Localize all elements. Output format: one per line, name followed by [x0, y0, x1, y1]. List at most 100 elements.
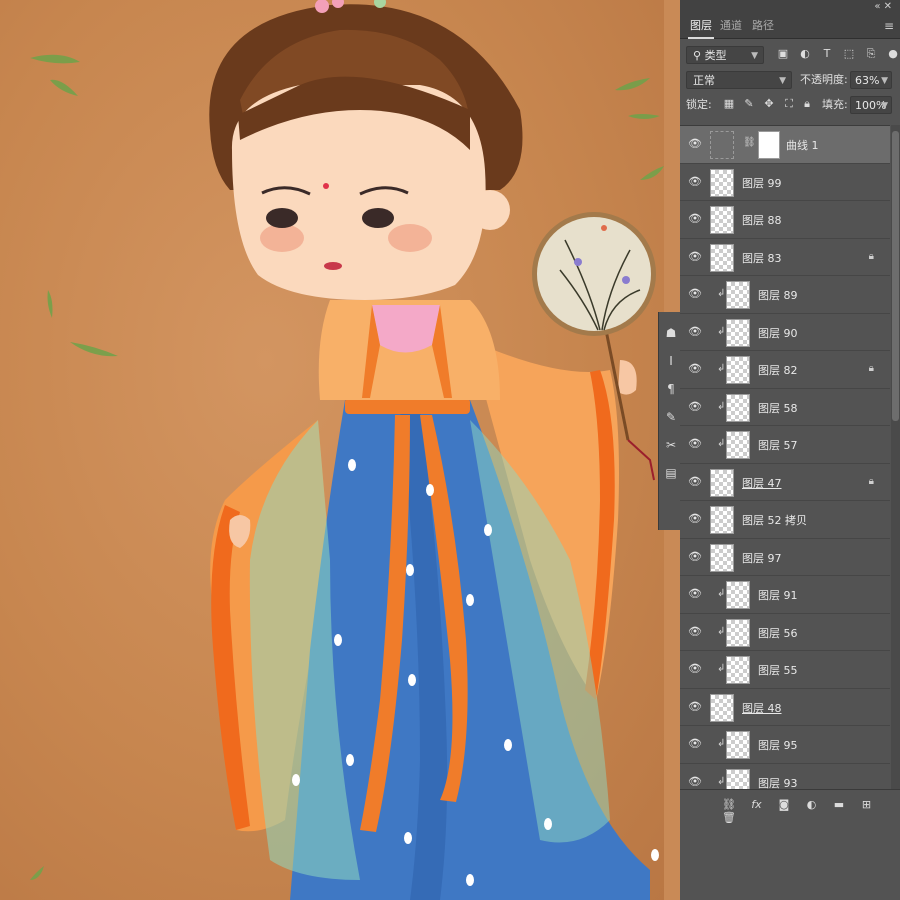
new-adjustment-layer-icon[interactable]: ◐: [803, 798, 821, 811]
layer-name[interactable]: 图层 90: [758, 325, 798, 341]
layer-row[interactable]: 👁︎ ↲ 图层 82 🔒︎: [680, 351, 890, 389]
eye-icon[interactable]: 👁︎: [688, 738, 702, 750]
layer-name[interactable]: 图层 57: [758, 437, 798, 453]
layer-name[interactable]: 图层 88: [742, 212, 782, 228]
eye-icon[interactable]: 👁︎: [688, 700, 702, 713]
layers-scrollbar[interactable]: [891, 125, 900, 790]
layer-row[interactable]: 👁︎ 图层 52 拷贝: [680, 501, 890, 539]
eye-icon[interactable]: 👁︎: [688, 513, 702, 525]
lock-transparent-pixels-icon[interactable]: ▦: [722, 97, 736, 111]
layer-row[interactable]: 👁︎ 图层 48: [680, 688, 890, 726]
lock-artboard-icon[interactable]: ⛶: [782, 97, 796, 111]
layer-name[interactable]: 图层 97: [742, 550, 782, 566]
document-icon[interactable]: ▤: [664, 466, 678, 480]
layer-row[interactable]: 👁︎ ↲ 图层 91: [680, 576, 890, 614]
eye-icon[interactable]: 👁︎: [688, 213, 702, 225]
eye-icon[interactable]: 👁︎: [688, 438, 702, 450]
lock-position-icon[interactable]: ✥: [762, 97, 776, 111]
layer-name[interactable]: 图层 99: [742, 175, 782, 191]
layer-row[interactable]: 👁︎ ↲ 图层 58: [680, 388, 890, 426]
trash-icon[interactable]: 🗑︎: [720, 811, 738, 824]
tab-channels[interactable]: 通道: [720, 18, 742, 34]
layer-row[interactable]: 👁︎ 图层 97: [680, 538, 890, 576]
layer-thumbnail[interactable]: [726, 393, 750, 422]
layer-row[interactable]: 👁︎ ↲ 图层 57: [680, 426, 890, 464]
layer-row[interactable]: 👁︎ 图层 88: [680, 201, 890, 239]
layer-thumbnail[interactable]: [710, 206, 734, 234]
layer-thumbnail[interactable]: [710, 506, 734, 534]
layer-name[interactable]: 曲线 1: [786, 137, 819, 153]
link-layers-icon[interactable]: ⛓: [720, 798, 738, 811]
layer-name[interactable]: 图层 82: [758, 362, 798, 378]
layer-row[interactable]: 👁︎ ↲ 图层 55: [680, 651, 890, 689]
tab-layers[interactable]: 图层: [688, 18, 714, 39]
layer-row[interactable]: 👁︎ 图层 47 🔒︎: [680, 463, 890, 501]
brush-icon[interactable]: ✎: [664, 410, 678, 424]
shape-layer-filter-icon[interactable]: ⬚: [842, 47, 856, 61]
layer-thumbnail[interactable]: [726, 768, 750, 791]
fill-input[interactable]: 100% ▼: [850, 96, 892, 114]
eye-icon[interactable]: 👁︎: [688, 288, 702, 300]
layer-style-fx-icon[interactable]: fx: [748, 798, 766, 811]
layer-row[interactable]: 👁︎ ⛓ 曲线 1: [680, 126, 890, 164]
eye-icon[interactable]: 👁︎: [688, 588, 702, 600]
layer-thumbnail[interactable]: [710, 468, 734, 497]
eye-icon[interactable]: 👁︎: [688, 250, 702, 263]
opacity-input[interactable]: 63% ▼: [850, 71, 892, 89]
layer-thumbnail[interactable]: [726, 656, 750, 684]
layer-thumbnail[interactable]: [726, 356, 750, 384]
layer-row[interactable]: 👁︎ ↲ 图层 93: [680, 763, 890, 791]
layer-row[interactable]: 👁︎ ↲ 图层 95: [680, 726, 890, 764]
layer-name[interactable]: 图层 91: [758, 587, 798, 603]
chain-link-icon[interactable]: ⛓: [743, 137, 756, 148]
eye-icon[interactable]: 👁︎: [688, 663, 702, 675]
layer-thumbnail[interactable]: [710, 543, 734, 572]
layer-row[interactable]: 👁︎ ↲ 图层 89: [680, 276, 890, 314]
collapse-panel-icon[interactable]: « ✕: [874, 0, 892, 14]
layer-name[interactable]: 图层 52 拷贝: [742, 512, 807, 528]
eye-icon[interactable]: 👁︎: [688, 138, 702, 150]
scissors-icon[interactable]: ✂: [664, 438, 678, 452]
layer-thumbnail[interactable]: [726, 318, 750, 347]
eye-icon[interactable]: 👁︎: [688, 325, 702, 338]
layer-row[interactable]: 👁︎ ↲ 图层 90: [680, 313, 890, 351]
eye-icon[interactable]: 👁︎: [688, 550, 702, 563]
eye-icon[interactable]: 👁︎: [688, 363, 702, 375]
eye-icon[interactable]: 👁︎: [688, 475, 702, 488]
layer-thumbnail[interactable]: [710, 168, 734, 197]
filter-type-dropdown[interactable]: ⚲ 类型 ▼: [686, 46, 764, 64]
new-layer-icon[interactable]: ⊞: [858, 798, 876, 811]
eye-icon[interactable]: 👁︎: [688, 400, 702, 413]
layer-thumbnail[interactable]: [726, 731, 750, 759]
layer-thumbnail[interactable]: [726, 281, 750, 309]
lock-image-pixels-icon[interactable]: ✎: [742, 97, 756, 111]
curves-adjustment-thumbnail[interactable]: [710, 131, 734, 159]
layer-name[interactable]: 图层 55: [758, 662, 798, 678]
layer-mask-thumbnail[interactable]: [758, 131, 780, 159]
layer-name[interactable]: 图层 56: [758, 625, 798, 641]
layer-thumbnail[interactable]: [710, 693, 734, 722]
adjustment-layer-filter-icon[interactable]: ◐: [798, 47, 812, 61]
smart-object-filter-icon[interactable]: ⎘: [864, 47, 878, 61]
blend-mode-dropdown[interactable]: 正常 ▼: [686, 71, 792, 89]
pixel-layer-filter-icon[interactable]: ▣: [776, 47, 790, 61]
layer-row[interactable]: 👁︎ 图层 99: [680, 163, 890, 201]
layer-row[interactable]: 👁︎ ↲ 图层 56: [680, 613, 890, 651]
layer-thumbnail[interactable]: [726, 431, 750, 459]
layer-name[interactable]: 图层 58: [758, 400, 798, 416]
filter-toggle-icon[interactable]: ●: [886, 47, 900, 61]
text-tool-icon[interactable]: Ⅰ: [664, 354, 678, 368]
layer-name[interactable]: 图层 47: [742, 475, 782, 491]
paragraph-icon[interactable]: ¶: [664, 382, 678, 396]
scrollbar-thumb[interactable]: [892, 131, 899, 421]
eye-icon[interactable]: 👁︎: [688, 625, 702, 638]
eye-icon[interactable]: 👁︎: [688, 775, 702, 788]
layer-thumbnail[interactable]: [726, 581, 750, 609]
person-icon[interactable]: ☗: [664, 326, 678, 340]
artwork-canvas[interactable]: [0, 0, 664, 900]
layer-thumbnail[interactable]: [726, 618, 750, 647]
layer-name[interactable]: 图层 89: [758, 287, 798, 303]
layer-thumbnail[interactable]: [710, 243, 734, 272]
layer-row[interactable]: 👁︎ 图层 83 🔒︎: [680, 238, 890, 276]
panel-menu-icon[interactable]: ≡: [884, 19, 894, 33]
